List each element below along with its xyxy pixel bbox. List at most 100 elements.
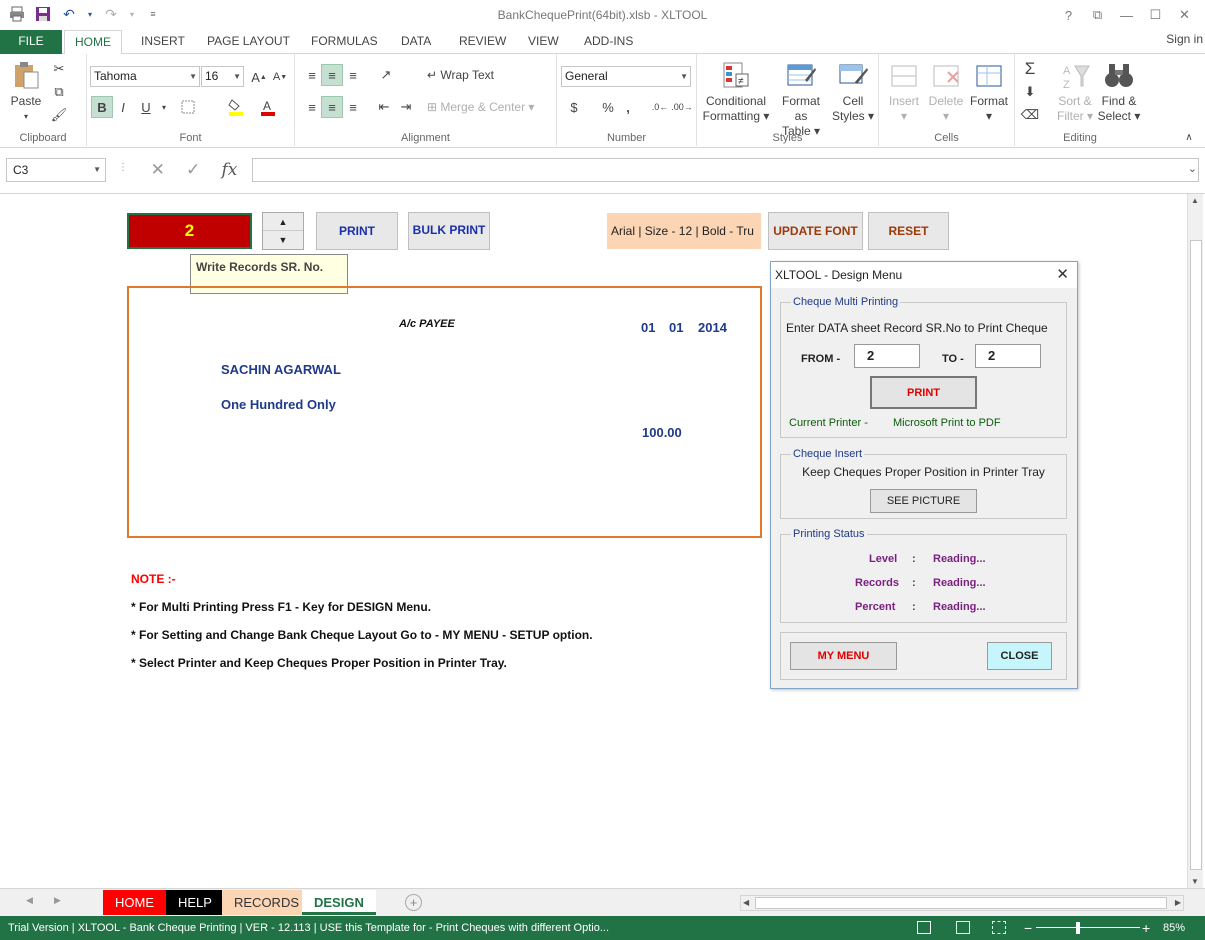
align-center-icon[interactable]: ≡ (321, 96, 343, 118)
tab-review[interactable]: REVIEW (449, 30, 516, 54)
expand-formula-bar-icon[interactable]: ⌄ (1188, 162, 1197, 175)
bulk-print-button[interactable]: BULK PRINT (408, 212, 490, 250)
name-box[interactable]: C3 ▼ (6, 158, 106, 182)
bottom-align-icon[interactable]: ≡ (342, 64, 364, 86)
borders-icon[interactable] (177, 96, 199, 118)
increase-indent-icon[interactable]: ⇥ (395, 96, 417, 118)
maximize-icon[interactable]: ☐ (1141, 4, 1170, 26)
spin-up-icon[interactable]: ▲ (263, 213, 303, 231)
sheet-tab-help[interactable]: HELP (166, 890, 224, 915)
scroll-tabs-right-icon[interactable]: ▶ (54, 895, 61, 906)
minimize-icon[interactable]: — (1112, 4, 1141, 26)
conditional-formatting-button[interactable]: ≠ Conditional Formatting ▾ (701, 60, 771, 124)
zoom-slider-thumb[interactable] (1076, 922, 1080, 934)
tab-page-layout[interactable]: PAGE LAYOUT (197, 30, 300, 54)
align-left-icon[interactable]: ≡ (301, 96, 323, 118)
increase-decimal-icon[interactable]: .0← (649, 96, 671, 118)
insert-cells-button[interactable]: Insert ▾ (883, 60, 925, 124)
normal-view-icon[interactable] (917, 921, 931, 934)
help-icon[interactable]: ? (1054, 4, 1083, 26)
page-break-view-icon[interactable] (992, 921, 1006, 934)
update-font-button[interactable]: UPDATE FONT (768, 212, 863, 250)
dialog-print-button[interactable]: PRINT (870, 376, 977, 409)
see-picture-button[interactable]: SEE PICTURE (870, 489, 977, 513)
fill-color-icon[interactable] (225, 96, 247, 118)
top-align-icon[interactable]: ≡ (301, 64, 323, 86)
zoom-out-icon[interactable]: − (1024, 916, 1032, 940)
print-button[interactable]: PRINT (316, 212, 398, 250)
sheet-tab-design[interactable]: DESIGN (302, 890, 376, 915)
number-format-combo[interactable]: General ▼ (561, 66, 691, 87)
clear-icon[interactable]: ⌫ (1019, 104, 1041, 126)
vertical-scrollbar[interactable]: ▲ ▼ (1187, 194, 1203, 888)
decrease-indent-icon[interactable]: ⇤ (373, 96, 395, 118)
find-select-button[interactable]: Find & Select ▾ (1097, 60, 1141, 124)
percent-button[interactable]: % (597, 96, 619, 118)
cell-styles-button[interactable]: Cell Styles ▾ (831, 60, 875, 124)
comma-button[interactable]: , (617, 96, 639, 118)
underline-dropdown-icon[interactable]: ▾ (153, 96, 175, 118)
fill-icon[interactable]: ⬇ (1019, 81, 1041, 103)
zoom-in-icon[interactable]: + (1142, 916, 1150, 940)
currency-button[interactable]: $ (563, 96, 585, 118)
tab-home[interactable]: HOME (64, 30, 122, 55)
align-right-icon[interactable]: ≡ (342, 96, 364, 118)
horizontal-scroll-thumb[interactable] (755, 897, 1167, 909)
font-size-combo[interactable]: 16 ▼ (201, 66, 244, 87)
format-painter-icon[interactable]: 🖌 (48, 104, 70, 126)
collapse-ribbon-icon[interactable]: ∧ (1178, 126, 1200, 148)
dialog-close-button[interactable]: CLOSE (987, 642, 1052, 670)
bold-button[interactable]: B (91, 96, 113, 118)
scroll-up-icon[interactable]: ▲ (1191, 196, 1199, 205)
close-icon[interactable]: ✕ (1170, 4, 1199, 26)
decrease-decimal-icon[interactable]: .00→ (671, 96, 693, 118)
from-input[interactable]: 2 (854, 344, 920, 368)
sheet-tab-home[interactable]: HOME (103, 890, 166, 915)
sr-spinner[interactable]: ▲ ▼ (262, 212, 304, 250)
scroll-tabs-left-icon[interactable]: ◀ (26, 895, 33, 906)
tab-formulas[interactable]: FORMULAS (301, 30, 388, 54)
tab-insert[interactable]: INSERT (131, 30, 195, 54)
insert-function-icon[interactable]: fx (222, 160, 238, 180)
cancel-icon[interactable]: ✕ (151, 160, 165, 180)
paste-button[interactable]: Paste ▾ (6, 60, 46, 124)
copy-icon[interactable]: ⧉ (48, 81, 70, 103)
sort-filter-button[interactable]: AZ Sort & Filter ▾ (1055, 60, 1095, 124)
sign-in-link[interactable]: Sign in (1166, 32, 1203, 46)
font-name-combo[interactable]: Tahoma ▼ (90, 66, 200, 87)
cut-icon[interactable]: ✂ (48, 58, 70, 80)
spin-down-icon[interactable]: ▼ (263, 231, 303, 249)
tab-view[interactable]: VIEW (518, 30, 569, 54)
scroll-right-icon[interactable]: ▶ (1175, 898, 1181, 907)
my-menu-button[interactable]: MY MENU (790, 642, 897, 670)
middle-align-icon[interactable]: ≡ (321, 64, 343, 86)
scroll-left-icon[interactable]: ◀ (743, 898, 749, 907)
zoom-level[interactable]: 85% (1163, 916, 1185, 940)
scroll-down-icon[interactable]: ▼ (1191, 877, 1199, 886)
dialog-close-icon[interactable]: ✕ (1056, 265, 1069, 283)
horizontal-scrollbar[interactable]: ◀ ▶ (740, 895, 1184, 911)
tab-add-ins[interactable]: ADD-INS (574, 30, 643, 54)
zoom-slider[interactable] (1036, 927, 1140, 928)
wrap-text-button[interactable]: ↵ Wrap Text (427, 68, 494, 82)
delete-cells-button[interactable]: Delete ▾ (925, 60, 967, 124)
sheet-tab-records[interactable]: RECORDS (222, 890, 312, 915)
tab-file[interactable]: FILE (0, 30, 62, 54)
grow-font-icon[interactable]: A ▲ (248, 66, 270, 88)
record-sr-no-input[interactable]: 2 (127, 213, 252, 249)
reset-button[interactable]: RESET (868, 212, 949, 250)
formula-input[interactable] (252, 158, 1199, 182)
vertical-scroll-thumb[interactable] (1190, 240, 1202, 870)
tab-data[interactable]: DATA (391, 30, 441, 54)
format-cells-button[interactable]: Format ▾ (967, 60, 1011, 124)
new-sheet-icon[interactable]: + (405, 894, 422, 911)
orientation-icon[interactable]: ↗ (375, 64, 397, 86)
shrink-font-icon[interactable]: A ▼ (269, 66, 291, 88)
page-layout-view-icon[interactable] (956, 921, 970, 934)
autosum-icon[interactable]: Σ (1019, 58, 1041, 80)
ribbon-display-icon[interactable]: ⧉ (1083, 4, 1112, 26)
to-input[interactable]: 2 (975, 344, 1041, 368)
italic-button[interactable]: I (112, 96, 134, 118)
enter-icon[interactable]: ✓ (186, 160, 200, 180)
format-as-table-button[interactable]: Format as Table ▾ (775, 60, 827, 139)
